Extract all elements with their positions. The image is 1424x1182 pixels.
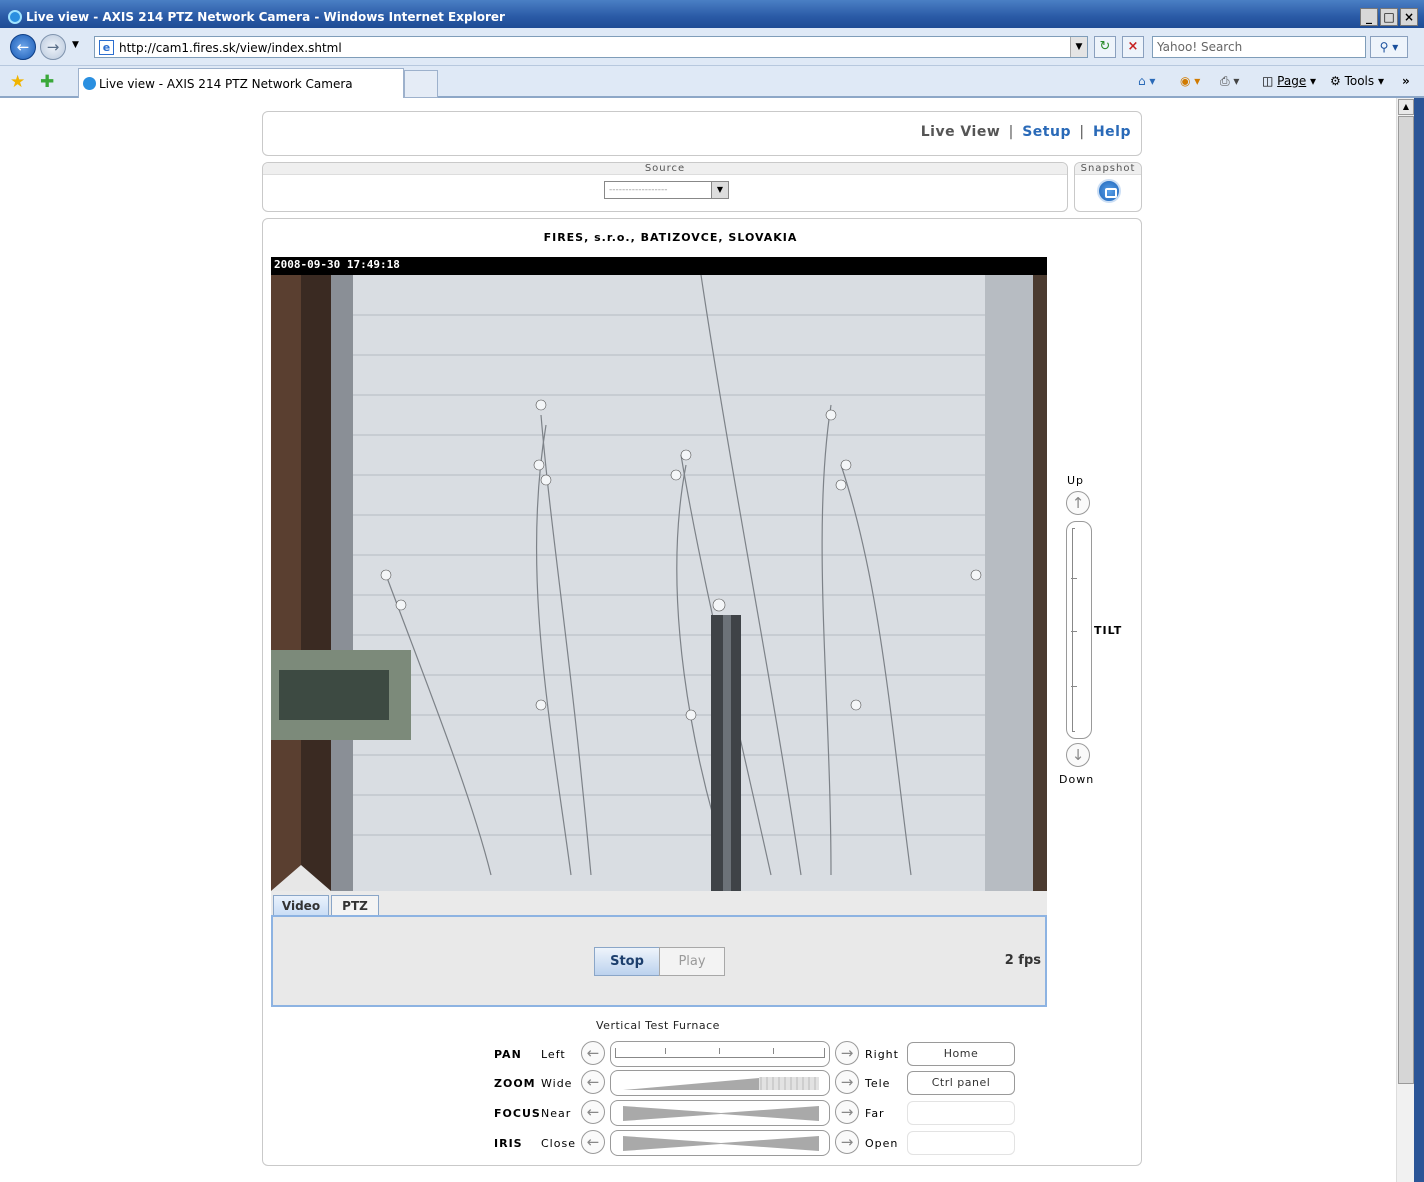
snapshot-camera-icon[interactable] bbox=[1097, 179, 1121, 203]
top-nav: Live View | Setup | Help bbox=[920, 124, 1131, 140]
home-icon[interactable]: ⌂ ▾ bbox=[1138, 74, 1155, 88]
iris-close-label: Close bbox=[541, 1137, 576, 1150]
live-view-link[interactable]: Live View bbox=[921, 124, 1001, 140]
zoom-tele-arrow-icon[interactable]: → bbox=[835, 1070, 859, 1094]
forward-button[interactable]: → bbox=[40, 34, 66, 60]
tab-ie-icon bbox=[83, 77, 96, 90]
play-button[interactable]: Play bbox=[659, 947, 725, 976]
new-tab-button[interactable] bbox=[404, 70, 438, 98]
tab-bar: ★ ✚ Live view - AXIS 214 PTZ Network Cam… bbox=[0, 66, 1424, 98]
favorites-star-icon[interactable]: ★ bbox=[10, 72, 25, 92]
video-tab-strip: Video PTZ bbox=[271, 891, 1047, 917]
url-text[interactable]: http://cam1.fires.sk/view/index.shtml bbox=[119, 41, 342, 55]
refresh-icon[interactable]: ↻ bbox=[1094, 36, 1116, 58]
fps-readout: 2 fps bbox=[1004, 953, 1041, 968]
zoom-wide-label: Wide bbox=[541, 1077, 573, 1090]
browser-tab[interactable]: Live view - AXIS 214 PTZ Network Camera bbox=[78, 68, 404, 98]
page-icon: e bbox=[99, 40, 114, 55]
setup-link[interactable]: Setup bbox=[1022, 124, 1071, 140]
focus-far-label: Far bbox=[865, 1107, 885, 1120]
scroll-up-icon[interactable]: ▲ bbox=[1398, 99, 1414, 115]
focus-slider[interactable] bbox=[610, 1100, 830, 1126]
home-button[interactable]: Home bbox=[907, 1042, 1015, 1066]
source-select[interactable]: ------------------ ▼ bbox=[604, 181, 729, 199]
video-controls-box: Stop Play 2 fps bbox=[271, 915, 1047, 1007]
tilt-down-label: Down bbox=[1059, 773, 1095, 786]
snapshot-label: Snapshot bbox=[1075, 163, 1141, 175]
window-title-bar: Live view - AXIS 214 PTZ Network Camera … bbox=[0, 0, 1424, 28]
pan-left-label: Left bbox=[541, 1048, 566, 1061]
window-title: Live view - AXIS 214 PTZ Network Camera … bbox=[26, 10, 505, 24]
minimize-button[interactable]: _ bbox=[1360, 8, 1378, 26]
viewer-panel: FIRES, s.r.o., BATIZOVCE, SLOVAKIA 2008-… bbox=[262, 218, 1142, 1166]
ie-logo-icon bbox=[8, 10, 22, 24]
focus-label: FOCUS bbox=[494, 1107, 541, 1120]
iris-open-arrow-icon[interactable]: → bbox=[835, 1130, 859, 1154]
window-border bbox=[1414, 98, 1424, 1182]
empty-preset-button bbox=[907, 1101, 1015, 1125]
tilt-down-arrow-icon[interactable]: ↓ bbox=[1066, 743, 1090, 767]
history-dropdown-icon[interactable]: ▼ bbox=[72, 40, 79, 50]
iris-label: IRIS bbox=[494, 1137, 523, 1150]
page-content: Live View | Setup | Help Source --------… bbox=[0, 98, 1396, 1182]
address-field[interactable]: e http://cam1.fires.sk/view/index.shtml … bbox=[94, 36, 1088, 58]
zoom-slider[interactable] bbox=[610, 1070, 830, 1096]
pan-label: PAN bbox=[494, 1048, 522, 1061]
video-timestamp: 2008-09-30 17:49:18 bbox=[274, 258, 400, 271]
camera-title: FIRES, s.r.o., BATIZOVCE, SLOVAKIA bbox=[543, 231, 798, 244]
scroll-thumb[interactable] bbox=[1398, 116, 1414, 1084]
ctrl-panel-button[interactable]: Ctrl panel bbox=[907, 1071, 1015, 1095]
tilt-slider[interactable] bbox=[1066, 521, 1092, 739]
stop-button[interactable]: Stop bbox=[594, 947, 660, 976]
tools-menu[interactable]: ⚙ Tools ▾ bbox=[1330, 74, 1384, 88]
close-button[interactable]: × bbox=[1400, 8, 1418, 26]
zoom-wide-arrow-icon[interactable]: ← bbox=[581, 1070, 605, 1094]
add-favorites-icon[interactable]: ✚ bbox=[40, 72, 54, 92]
live-video[interactable]: 2008-09-30 17:49:18 bbox=[271, 257, 1047, 891]
iris-close-arrow-icon[interactable]: ← bbox=[581, 1130, 605, 1154]
preset-title: Vertical Test Furnace bbox=[596, 1019, 720, 1032]
zoom-tele-label: Tele bbox=[865, 1077, 891, 1090]
pan-slider[interactable] bbox=[610, 1041, 830, 1067]
chevron-down-icon[interactable]: ▼ bbox=[711, 182, 728, 198]
tilt-label: TILT bbox=[1094, 624, 1123, 637]
address-bar-row: ← → ▼ e http://cam1.fires.sk/view/index.… bbox=[0, 28, 1424, 66]
pan-right-label: Right bbox=[865, 1048, 899, 1061]
iris-open-label: Open bbox=[865, 1137, 899, 1150]
video-frame-image bbox=[271, 275, 1047, 891]
focus-near-arrow-icon[interactable]: ← bbox=[581, 1100, 605, 1124]
pan-left-arrow-icon[interactable]: ← bbox=[581, 1041, 605, 1065]
feeds-icon[interactable]: ◉ ▾ bbox=[1180, 74, 1200, 88]
focus-far-arrow-icon[interactable]: → bbox=[835, 1100, 859, 1124]
vertical-scrollbar[interactable]: ▲ bbox=[1396, 98, 1414, 1182]
focus-near-label: Near bbox=[541, 1107, 572, 1120]
search-input[interactable]: Yahoo! Search bbox=[1152, 36, 1366, 58]
page-menu[interactable]: ◫ Page ▾ bbox=[1262, 74, 1316, 88]
help-link[interactable]: Help bbox=[1093, 124, 1131, 140]
search-icon[interactable]: ⚲ ▾ bbox=[1370, 36, 1408, 58]
stop-icon[interactable]: × bbox=[1122, 36, 1144, 58]
header-panel: Live View | Setup | Help bbox=[262, 111, 1142, 156]
maximize-button[interactable]: □ bbox=[1380, 8, 1398, 26]
print-icon[interactable]: ⎙ ▾ bbox=[1220, 74, 1239, 89]
tab-video[interactable]: Video bbox=[273, 895, 329, 917]
tilt-up-arrow-icon[interactable]: ↑ bbox=[1066, 491, 1090, 515]
source-panel: Source ------------------ ▼ bbox=[262, 162, 1068, 212]
pan-right-arrow-icon[interactable]: → bbox=[835, 1041, 859, 1065]
address-dropdown-icon[interactable]: ▼ bbox=[1070, 37, 1087, 57]
back-button[interactable]: ← bbox=[10, 34, 36, 60]
tab-title: Live view - AXIS 214 PTZ Network Camera bbox=[99, 77, 353, 91]
tab-ptz[interactable]: PTZ bbox=[331, 895, 379, 917]
iris-slider[interactable] bbox=[610, 1130, 830, 1156]
zoom-label: ZOOM bbox=[494, 1077, 536, 1090]
empty-preset-button bbox=[907, 1131, 1015, 1155]
tilt-up-label: Up bbox=[1067, 474, 1085, 487]
snapshot-panel: Snapshot bbox=[1074, 162, 1142, 212]
source-label: Source bbox=[263, 163, 1067, 175]
more-chevron-icon[interactable]: » bbox=[1402, 74, 1410, 88]
